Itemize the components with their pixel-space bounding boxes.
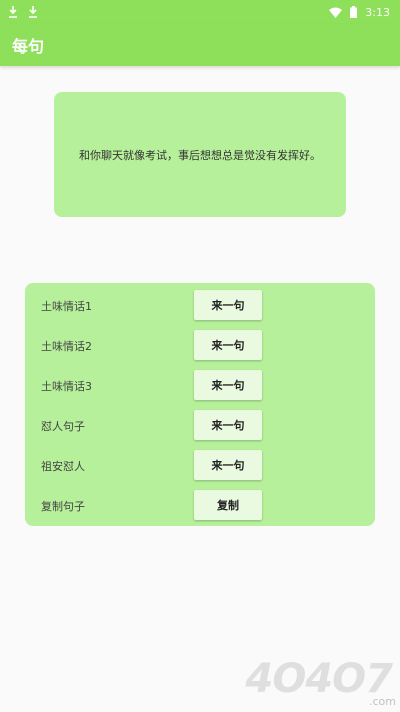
get-sentence-button[interactable]: 来一句 — [194, 370, 262, 400]
app-title: 每句 — [12, 37, 45, 56]
watermark-suffix: .com — [369, 695, 396, 708]
action-row: 土味情话1 来一句 — [25, 286, 375, 326]
action-label: 复制句子 — [41, 500, 85, 513]
status-bar: 3:13 — [0, 0, 400, 24]
action-label: 怼人句子 — [41, 420, 85, 433]
action-label: 土味情话3 — [41, 380, 92, 393]
watermark: 4O4O7 .com — [240, 640, 400, 712]
action-row: 祖安怼人 来一句 — [25, 446, 375, 486]
action-row: 怼人句子 来一句 — [25, 406, 375, 446]
download-icon — [8, 6, 18, 18]
wifi-icon — [329, 7, 343, 18]
actions-card: 土味情话1 来一句 土味情话2 来一句 土味情话3 来一句 怼人句子 来一句 祖… — [25, 283, 375, 526]
action-label: 土味情话1 — [41, 300, 92, 313]
get-sentence-button[interactable]: 来一句 — [194, 450, 262, 480]
status-time: 3:13 — [365, 5, 390, 19]
quote-card: 和你聊天就像考试，事后想想总是觉没有发挥好。 — [54, 92, 346, 217]
status-left — [8, 6, 38, 18]
download-icon — [28, 6, 38, 18]
quote-text: 和你聊天就像考试，事后想想总是觉没有发挥好。 — [79, 148, 321, 162]
action-row: 土味情话3 来一句 — [25, 366, 375, 406]
watermark-logo: 4O4O7 — [245, 656, 393, 702]
copy-button[interactable]: 复制 — [194, 490, 262, 520]
action-label: 祖安怼人 — [41, 460, 85, 473]
action-row: 土味情话2 来一句 — [25, 326, 375, 366]
action-label: 土味情话2 — [41, 340, 92, 353]
get-sentence-button[interactable]: 来一句 — [194, 290, 262, 320]
app-bar: 每句 — [0, 24, 400, 66]
action-row: 复制句子 复制 — [25, 486, 375, 526]
status-right: 3:13 — [329, 6, 390, 19]
get-sentence-button[interactable]: 来一句 — [194, 330, 262, 360]
get-sentence-button[interactable]: 来一句 — [194, 410, 262, 440]
battery-icon — [350, 6, 358, 18]
